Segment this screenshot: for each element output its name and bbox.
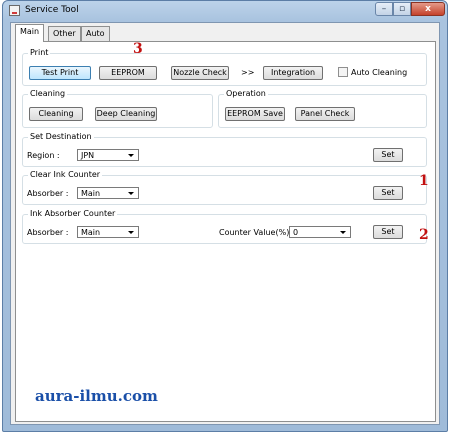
tab-other[interactable]: Other: [48, 26, 81, 41]
title-bar[interactable]: Service Tool – ▫ x: [3, 1, 447, 21]
counter-value-select[interactable]: 0: [289, 226, 351, 238]
cleaning-group: Cleaning Cleaning Deep Cleaning: [22, 89, 213, 128]
annotation-number-2: 2: [419, 227, 429, 243]
eeprom-button[interactable]: EEPROM: [99, 66, 157, 80]
clear-absorber-select-value: Main: [81, 189, 101, 198]
watermark-text: aura-ilmu.com: [35, 387, 158, 405]
clear-absorber-label: Absorber :: [27, 189, 69, 198]
clear-absorber-select[interactable]: Main: [77, 187, 139, 199]
clear-ink-counter-group-label: Clear Ink Counter: [28, 170, 103, 180]
eeprom-save-button[interactable]: EEPROM Save: [225, 107, 285, 121]
cleaning-group-label: Cleaning: [28, 89, 68, 99]
print-group-label: Print: [28, 48, 51, 58]
window-client-area: Main Other Auto Print Test Print EEPROM …: [10, 22, 440, 425]
set-destination-set-button[interactable]: Set: [373, 148, 403, 162]
auto-cleaning-checkbox[interactable]: [338, 67, 348, 77]
print-group: Print Test Print EEPROM Nozzle Check >> …: [22, 48, 427, 86]
set-destination-group: Set Destination Region : JPN Set: [22, 132, 427, 167]
main-tab-page: Print Test Print EEPROM Nozzle Check >> …: [15, 41, 436, 422]
annotation-number-3: 3: [133, 41, 143, 57]
region-select-value: JPN: [81, 151, 95, 160]
integration-arrow: >>: [241, 68, 255, 77]
absorber-select-value: Main: [81, 228, 101, 237]
absorber-select[interactable]: Main: [77, 226, 139, 238]
chevron-down-icon: [340, 231, 346, 234]
nozzle-check-button[interactable]: Nozzle Check: [171, 66, 229, 80]
region-select[interactable]: JPN: [77, 149, 139, 161]
chevron-down-icon: [128, 231, 134, 234]
printer-app-icon: [9, 5, 20, 16]
set-destination-group-label: Set Destination: [28, 132, 94, 142]
tab-auto[interactable]: Auto: [81, 26, 110, 41]
ink-absorber-counter-set-button[interactable]: Set: [373, 225, 403, 239]
panel-check-button[interactable]: Panel Check: [295, 107, 355, 121]
integration-button[interactable]: Integration: [263, 66, 323, 80]
test-print-button[interactable]: Test Print: [29, 66, 91, 80]
cleaning-button[interactable]: Cleaning: [29, 107, 83, 121]
ink-absorber-counter-group: Ink Absorber Counter Absorber : Main Cou…: [22, 209, 427, 244]
clear-ink-counter-set-button[interactable]: Set: [373, 186, 403, 200]
clear-ink-counter-group: Clear Ink Counter Absorber : Main Set: [22, 170, 427, 205]
auto-cleaning-label: Auto Cleaning: [351, 68, 408, 77]
absorber-label: Absorber :: [27, 228, 69, 237]
chevron-down-icon: [128, 192, 134, 195]
counter-value-label: Counter Value(%) :: [219, 228, 295, 237]
service-tool-window: Service Tool – ▫ x Main Other Auto Print…: [2, 0, 448, 432]
operation-group: Operation EEPROM Save Panel Check: [218, 89, 427, 128]
maximize-button[interactable]: ▫: [393, 2, 411, 16]
chevron-down-icon: [128, 154, 134, 157]
counter-value-select-value: 0: [293, 228, 299, 237]
deep-cleaning-button[interactable]: Deep Cleaning: [95, 107, 157, 121]
minimize-button[interactable]: –: [375, 2, 393, 16]
tab-main[interactable]: Main: [15, 24, 45, 42]
window-title: Service Tool: [25, 5, 79, 15]
annotation-number-1: 1: [419, 173, 429, 189]
ink-absorber-counter-group-label: Ink Absorber Counter: [28, 209, 118, 219]
close-button[interactable]: x: [411, 2, 445, 16]
region-label: Region :: [27, 151, 60, 160]
operation-group-label: Operation: [224, 89, 268, 99]
